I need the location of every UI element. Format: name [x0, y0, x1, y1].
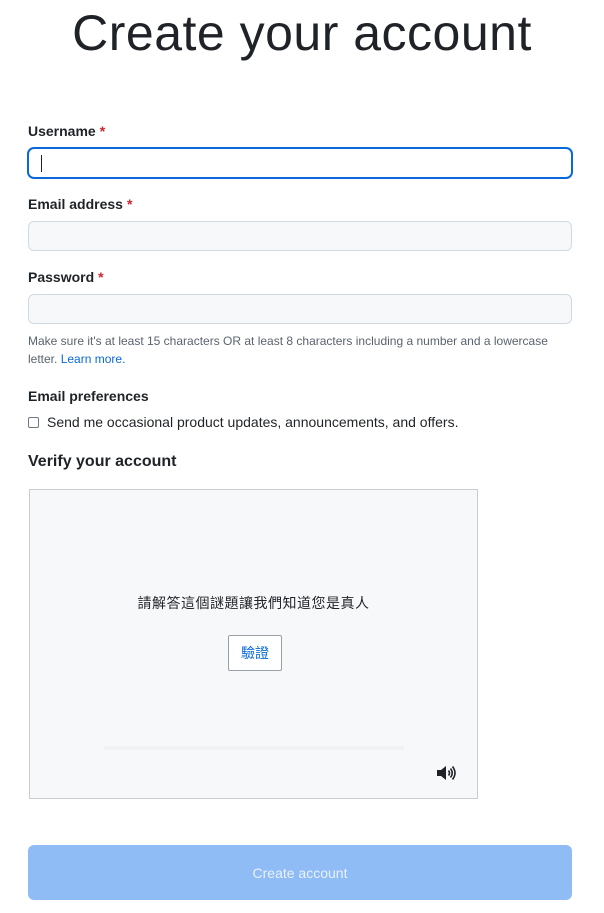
email-preferences-label: Email preferences: [28, 388, 149, 404]
username-label: Username *: [28, 121, 572, 141]
required-mark: *: [126, 196, 133, 212]
captcha-frame: 請解答這個謎題讓我們知道您是真人 驗證: [29, 489, 478, 799]
password-label-text: Password: [28, 269, 95, 285]
required-mark: *: [99, 123, 106, 139]
text-caret: [41, 155, 42, 172]
verify-title: Verify your account: [28, 453, 177, 470]
email-group: Email address *: [28, 194, 572, 251]
signup-form: Username * Email address * Password * Make …: [28, 121, 572, 472]
username-group: Username *: [28, 121, 572, 178]
captcha-progress-track: [104, 746, 404, 750]
email-input[interactable]: [28, 221, 572, 251]
create-account-button[interactable]: Create account: [28, 845, 572, 900]
email-label-text: Email address: [28, 196, 123, 212]
learn-more-link[interactable]: Learn more.: [61, 352, 126, 366]
captcha-prompt: 請解答這個謎題讓我們知道您是真人: [137, 595, 370, 611]
password-group: Password * Make sure it's at least 15 cha…: [28, 267, 572, 368]
email-preferences-row: Send me occasional product updates, anno…: [28, 414, 572, 430]
username-label-text: Username: [28, 123, 96, 139]
username-input[interactable]: [28, 148, 572, 178]
page-title: Create your account: [72, 5, 532, 61]
email-label: Email address *: [28, 194, 572, 214]
password-label: Password *: [28, 267, 572, 287]
email-preferences-group: Email preferences Send me occasional pro…: [28, 386, 572, 430]
signup-page: Create your account Username * Email addr…: [0, 0, 604, 913]
email-preferences-checkbox-label[interactable]: Send me occasional product updates, anno…: [47, 414, 458, 430]
captcha-verify-button[interactable]: 驗證: [228, 635, 282, 671]
speaker-icon[interactable]: [435, 764, 457, 782]
email-preferences-checkbox[interactable]: [28, 416, 39, 428]
password-hint: Make sure it's at least 15 characters OR…: [28, 332, 572, 368]
required-mark: *: [98, 269, 104, 285]
password-input[interactable]: [28, 294, 572, 324]
